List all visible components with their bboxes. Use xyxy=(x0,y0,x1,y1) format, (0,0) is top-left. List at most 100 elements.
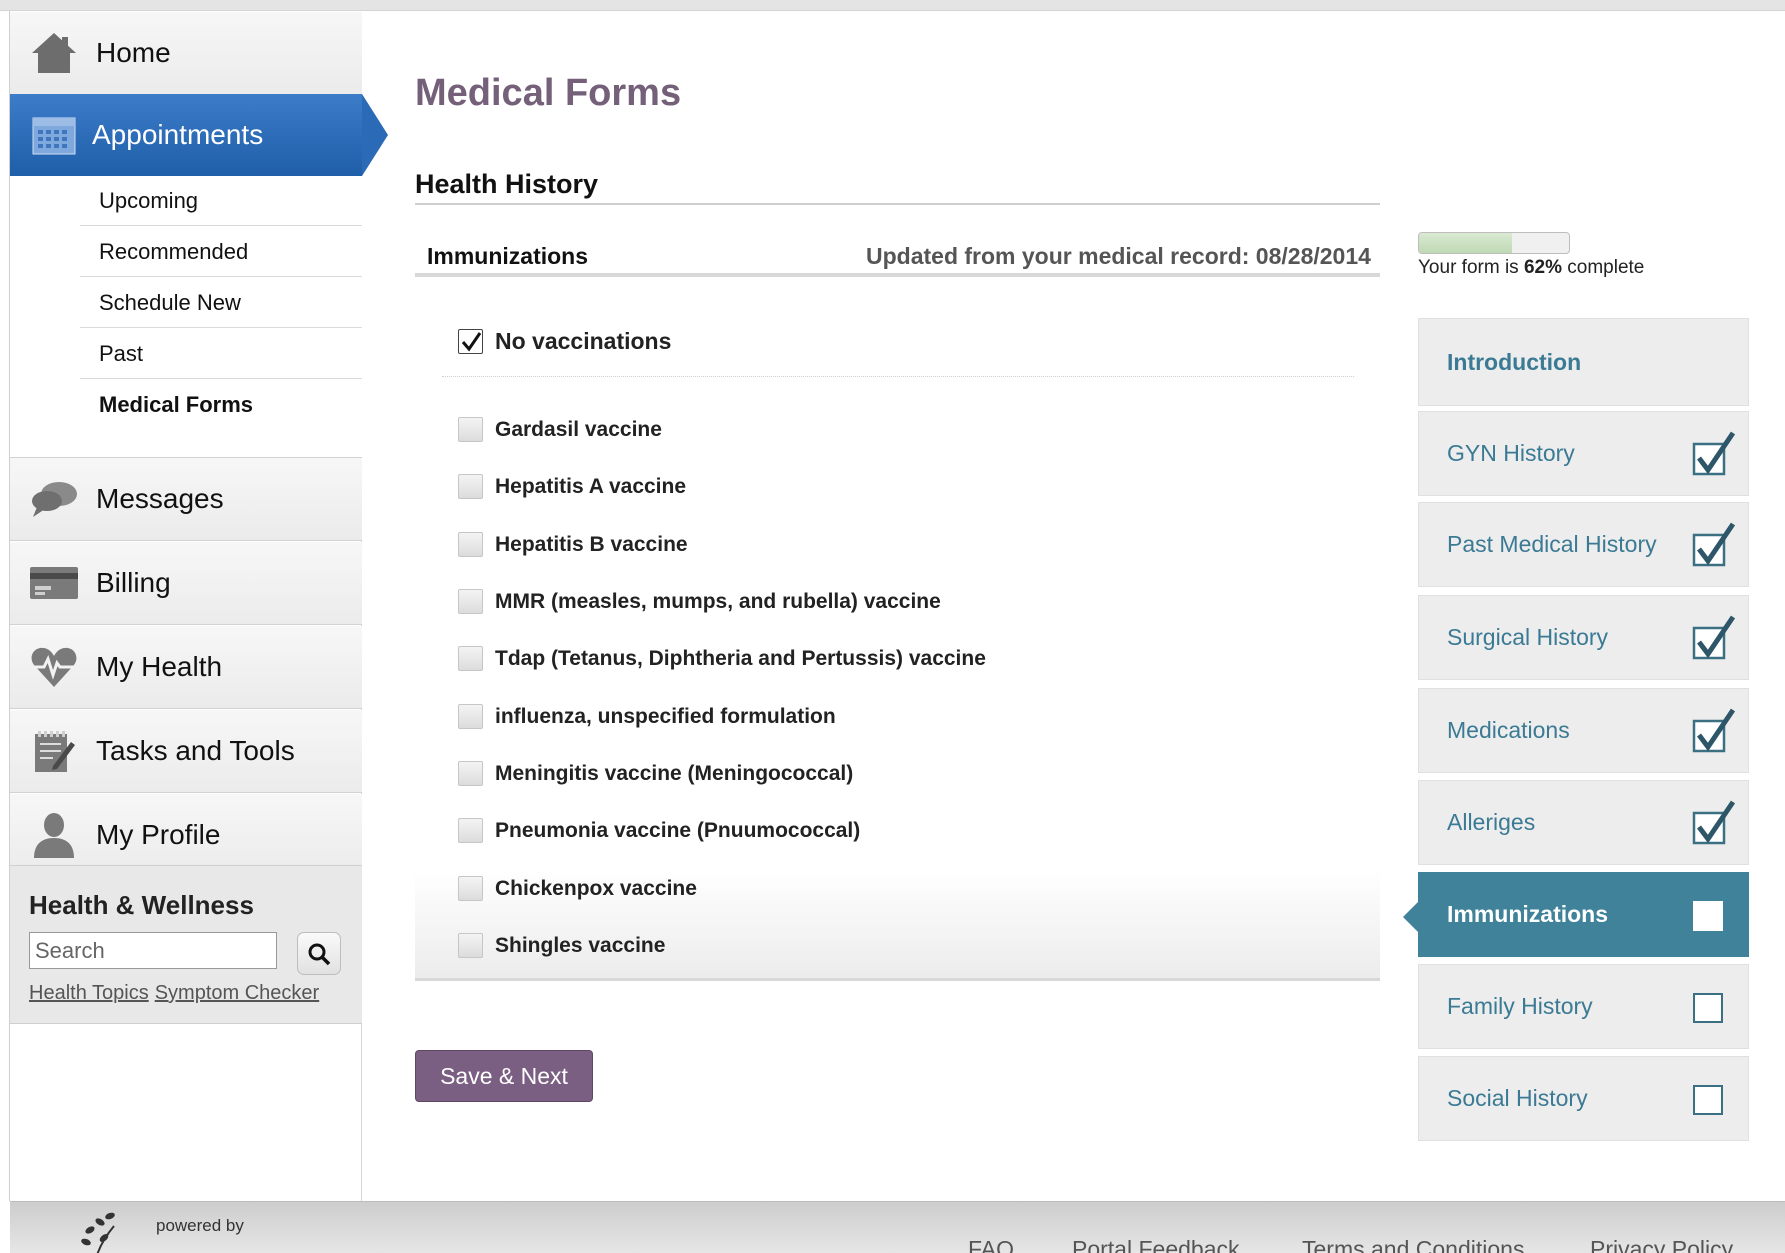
vaccine-option[interactable]: Shingles vaccine xyxy=(458,933,665,958)
vaccine-option[interactable]: MMR (measles, mumps, and rubella) vaccin… xyxy=(458,589,941,614)
person-icon xyxy=(28,809,80,861)
option-label: Pneumonia vaccine (Pnuumococcal) xyxy=(495,818,861,842)
checkbox[interactable] xyxy=(458,761,483,786)
section-title: Health History xyxy=(415,169,599,199)
notepad-pencil-icon xyxy=(28,725,80,777)
checked-box-icon xyxy=(1692,800,1736,845)
vaccine-option[interactable]: Hepatitis B vaccine xyxy=(458,532,688,557)
checkbox[interactable] xyxy=(458,329,483,354)
top-bar xyxy=(0,0,1785,11)
step-label: Past Medical History xyxy=(1447,531,1657,557)
search-button[interactable] xyxy=(297,932,341,975)
search-icon xyxy=(308,943,331,965)
step-alleriges[interactable]: Alleriges xyxy=(1418,780,1749,865)
subnav-past[interactable]: Past xyxy=(80,329,362,379)
no-vaccinations-checkbox[interactable]: No vaccinations xyxy=(458,328,671,355)
vaccine-option[interactable]: Hepatitis A vaccine xyxy=(458,474,686,499)
subsection-divider xyxy=(415,273,1380,277)
option-label: Hepatitis B vaccine xyxy=(495,532,688,556)
nav-item-messages[interactable]: Messages xyxy=(10,458,362,541)
subnav-recommended[interactable]: Recommended xyxy=(80,227,362,277)
step-label: Social History xyxy=(1447,1085,1588,1111)
progress-bar-fill xyxy=(1419,233,1512,253)
checkbox[interactable] xyxy=(458,818,483,843)
credit-card-icon xyxy=(28,557,80,609)
step-label: Medications xyxy=(1447,717,1570,743)
nav-label: My Health xyxy=(96,651,223,682)
health-wellness-panel: Health & Wellness Health Topics Symptom C… xyxy=(10,865,362,1024)
leaf-logo-icon xyxy=(81,1212,115,1253)
nav-label: Billing xyxy=(96,567,171,598)
vaccine-option[interactable]: influenza, unspecified formulation xyxy=(458,704,836,729)
checked-box-icon xyxy=(1692,708,1736,753)
subnav-medical-forms[interactable]: Medical Forms xyxy=(80,380,362,430)
footer-link-privacy[interactable]: Privacy Policy xyxy=(1590,1236,1733,1253)
footer-link-portal-feedback[interactable]: Portal Feedback xyxy=(1072,1236,1239,1253)
step-family-history[interactable]: Family History xyxy=(1418,964,1749,1049)
nav-item-appointments[interactable]: Appointments xyxy=(10,94,388,176)
subnav-upcoming[interactable]: Upcoming xyxy=(80,176,362,226)
symptom-checker-link[interactable]: Symptom Checker xyxy=(155,982,320,1004)
checkbox[interactable] xyxy=(458,646,483,671)
active-arrow xyxy=(362,94,388,176)
progress-prefix: Your form is xyxy=(1418,257,1524,278)
step-gyn-history[interactable]: GYN History xyxy=(1418,411,1749,496)
empty-box-icon xyxy=(1693,901,1723,931)
updated-notice: Updated from your medical record: 08/28/… xyxy=(866,243,1371,269)
progress-percent: 62% xyxy=(1523,257,1562,278)
home-icon xyxy=(28,27,80,79)
subnav-schedule-new[interactable]: Schedule New xyxy=(80,278,362,328)
step-surgical-history[interactable]: Surgical History xyxy=(1418,595,1749,680)
heart-pulse-icon xyxy=(28,641,80,693)
option-label: Gardasil vaccine xyxy=(495,417,662,441)
health-wellness-title: Health & Wellness xyxy=(29,890,254,920)
health-links: Health Topics Symptom Checker xyxy=(29,982,325,1005)
step-immunizations[interactable]: Immunizations xyxy=(1418,872,1749,957)
checkbox[interactable] xyxy=(458,876,483,901)
nav-label: Home xyxy=(96,37,171,68)
powered-by-text: powered by xyxy=(156,1216,244,1235)
checkbox[interactable] xyxy=(458,933,483,958)
vaccine-option[interactable]: Pneumonia vaccine (Pnuumococcal) xyxy=(458,818,860,843)
step-social-history[interactable]: Social History xyxy=(1418,1056,1749,1141)
empty-box-icon xyxy=(1693,993,1723,1023)
checked-box-icon xyxy=(1692,522,1736,567)
vaccine-option[interactable]: Meningitis vaccine (Meningococcal) xyxy=(458,761,853,786)
step-past-medical-history[interactable]: Past Medical History xyxy=(1418,502,1749,587)
vaccine-option[interactable]: Tdap (Tetanus, Diphtheria and Pertussis)… xyxy=(458,646,986,671)
step-introduction[interactable]: Introduction xyxy=(1418,318,1749,406)
vaccine-option[interactable]: Chickenpox vaccine xyxy=(458,876,697,901)
option-label: Tdap (Tetanus, Diphtheria and Pertussis)… xyxy=(495,646,986,670)
checkbox[interactable] xyxy=(458,589,483,614)
nav-item-my-health[interactable]: My Health xyxy=(10,626,362,709)
nav-label: Tasks and Tools xyxy=(96,735,295,766)
section-divider xyxy=(415,203,1380,205)
option-label: Hepatitis A vaccine xyxy=(495,474,687,498)
nav-item-tasks-and-tools[interactable]: Tasks and Tools xyxy=(10,710,362,793)
save-next-button[interactable]: Save & Next xyxy=(415,1050,593,1102)
checkbox[interactable] xyxy=(458,474,483,499)
step-medications[interactable]: Medications xyxy=(1418,688,1749,773)
checkbox[interactable] xyxy=(458,417,483,442)
sidebar: Home Appointments Upcoming Recommended S… xyxy=(10,12,388,1201)
option-label: Chickenpox vaccine xyxy=(495,876,697,900)
checkbox[interactable] xyxy=(458,532,483,557)
chat-bubbles-icon xyxy=(28,473,80,525)
footer-link-faq[interactable]: FAQ xyxy=(968,1236,1014,1253)
step-label: Surgical History xyxy=(1447,624,1609,650)
vaccine-option[interactable]: Gardasil vaccine xyxy=(458,417,662,442)
checkmark-icon xyxy=(461,331,481,351)
active-step-pointer xyxy=(1403,902,1418,932)
progress-bar xyxy=(1418,232,1570,254)
search-input[interactable] xyxy=(29,932,277,969)
nav-item-billing[interactable]: Billing xyxy=(10,542,362,625)
nav-label: Messages xyxy=(96,483,224,514)
step-label: Introduction xyxy=(1447,348,1582,375)
health-topics-link[interactable]: Health Topics xyxy=(29,982,149,1004)
nav-label: My Profile xyxy=(96,819,221,850)
nav-item-home[interactable]: Home xyxy=(10,12,362,95)
footer-link-terms[interactable]: Terms and Conditions xyxy=(1302,1236,1524,1253)
progress-status: Your form is 62% complete xyxy=(1418,257,1644,279)
checkbox[interactable] xyxy=(458,704,483,729)
dotted-divider xyxy=(442,376,1354,377)
